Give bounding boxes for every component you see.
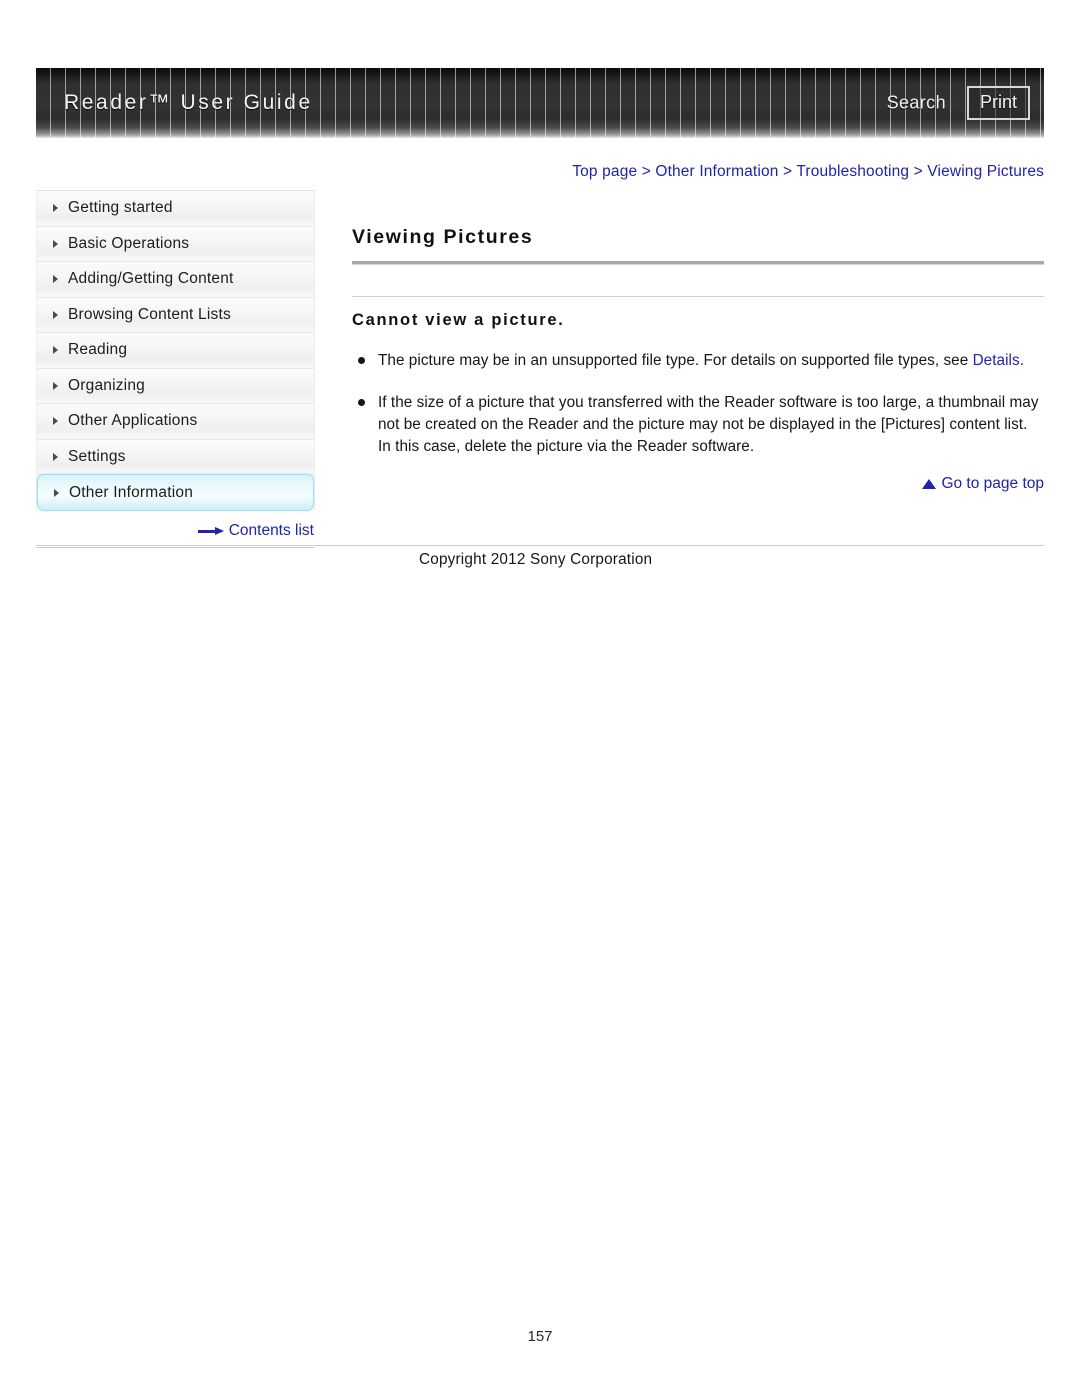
bullet-text-after: . <box>1019 352 1024 369</box>
bullet-text: If the size of a picture that you transf… <box>378 393 1039 455</box>
sidebar-item-browsing-content-lists[interactable]: Browsing Content Lists <box>37 297 314 333</box>
footer-divider <box>36 545 1044 546</box>
sidebar-item-label: Basic Operations <box>68 234 190 252</box>
sidebar-item-other-applications[interactable]: Other Applications <box>37 404 314 440</box>
bullet-item: If the size of a picture that you transf… <box>352 392 1044 458</box>
sidebar: Getting started Basic Operations Adding/… <box>36 190 315 548</box>
sidebar-item-getting-started[interactable]: Getting started <box>37 191 314 227</box>
contents-list-link[interactable]: Contents list <box>36 518 315 544</box>
contents-list-label: Contents list <box>228 522 314 539</box>
bullet-item: The picture may be in an unsupported fil… <box>352 350 1044 372</box>
sidebar-item-label: Browsing Content Lists <box>68 305 231 323</box>
sidebar-divider <box>36 547 315 548</box>
app-title: Reader™ User Guide <box>64 91 313 114</box>
section-title: Cannot view a picture. <box>352 311 565 329</box>
copyright-text: Copyright 2012 Sony Corporation <box>419 551 653 568</box>
triangle-right-icon <box>53 452 58 461</box>
triangle-right-icon <box>53 275 58 284</box>
sidebar-item-label: Adding/Getting Content <box>68 270 234 288</box>
sidebar-nav-list: Getting started Basic Operations Adding/… <box>36 190 315 511</box>
bullet-text: The picture may be in an unsupported fil… <box>378 352 973 369</box>
triangle-right-icon <box>53 239 58 248</box>
sidebar-item-adding-getting-content[interactable]: Adding/Getting Content <box>37 262 314 298</box>
triangle-right-icon <box>53 417 58 426</box>
go-to-page-top-label: Go to page top <box>941 475 1044 493</box>
triangle-right-icon <box>53 346 58 355</box>
breadcrumb[interactable]: Top page > Other Information > Troublesh… <box>0 163 1044 181</box>
sidebar-item-label: Getting started <box>68 199 173 217</box>
section-divider <box>352 296 1044 297</box>
sidebar-item-label: Other Applications <box>68 412 198 430</box>
main-content: Viewing Pictures Cannot view a picture. … <box>352 190 1044 493</box>
search-button[interactable]: Search <box>887 93 946 114</box>
sidebar-item-other-information[interactable]: Other Information <box>37 474 314 511</box>
sidebar-item-reading[interactable]: Reading <box>37 333 314 369</box>
print-button[interactable]: Print <box>966 86 1030 120</box>
sidebar-item-basic-operations[interactable]: Basic Operations <box>37 226 314 262</box>
sidebar-item-label: Organizing <box>68 376 145 394</box>
title-divider <box>352 261 1044 265</box>
sidebar-item-label: Reading <box>68 341 128 359</box>
go-to-page-top-link[interactable]: Go to page top <box>352 475 1044 493</box>
sidebar-item-organizing[interactable]: Organizing <box>37 368 314 404</box>
triangle-up-icon <box>922 479 937 490</box>
sidebar-item-label: Other Information <box>69 483 194 501</box>
triangle-right-icon <box>53 381 58 390</box>
triangle-right-icon <box>54 488 59 497</box>
details-link[interactable]: Details <box>973 352 1020 369</box>
page-number: 157 <box>527 1328 553 1345</box>
page-title: Viewing Pictures <box>352 226 534 248</box>
arrow-right-icon <box>197 527 224 535</box>
triangle-right-icon <box>53 204 58 213</box>
triangle-right-icon <box>53 310 58 319</box>
sidebar-item-label: Settings <box>68 447 126 465</box>
app-header-bar: Reader™ User Guide Search Print <box>36 68 1044 138</box>
sidebar-item-settings[interactable]: Settings <box>37 439 314 475</box>
